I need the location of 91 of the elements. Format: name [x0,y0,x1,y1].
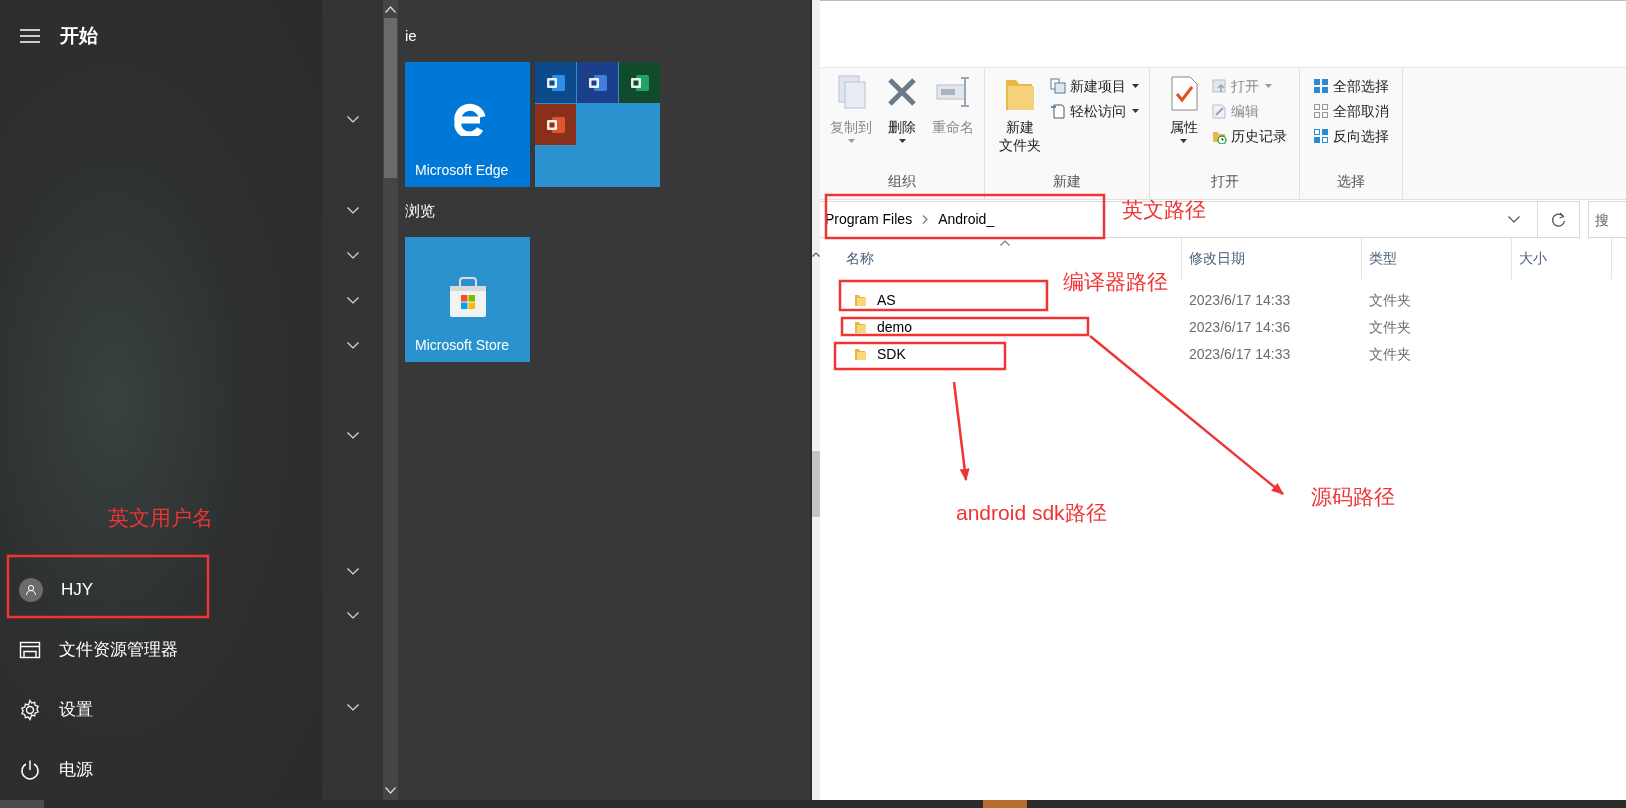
refresh-icon [1551,211,1566,228]
mini-tile[interactable] [577,62,618,103]
new-item-icon [1049,78,1066,94]
tile-group-title: 浏览 [405,201,436,221]
file-row[interactable]: demo 2023/6/17 14:36 文件夹 [820,314,1626,341]
file-type: 文件夹 [1368,291,1412,310]
file-name: SDK [877,345,906,364]
column-header[interactable]: 大小 [1512,238,1612,279]
edit-icon [1210,103,1227,119]
ribbon-button[interactable]: 属性 [1162,74,1205,171]
power-icon [19,759,41,781]
annotation-label: 源码路径 [1311,484,1395,510]
scroll-down-icon[interactable] [385,787,396,794]
ribbon-button[interactable]: 新建项目 [1049,76,1139,96]
page-icon [1049,103,1066,119]
dropdown-icon[interactable] [1508,216,1520,223]
chevron-down-icon[interactable] [346,568,359,575]
annotation-label: android sdk路径 [956,500,1107,526]
file-type: 文件夹 [1368,345,1412,364]
start-title: 开始 [60,23,98,48]
caret-icon [1180,139,1187,143]
start-button[interactable] [0,800,44,808]
spreadsheet-app-icon [629,73,650,92]
ribbon-button[interactable]: 历史记录 [1210,126,1287,146]
folder-icon [853,321,866,334]
modified-date: 2023/6/17 14:33 [1188,291,1292,310]
chevron-down-icon[interactable] [346,207,359,214]
scroll-thumb[interactable] [812,451,820,517]
mail-app-icon [545,73,566,92]
file-type: 文件夹 [1368,318,1412,337]
file-row[interactable]: SDK 2023/6/17 14:33 文件夹 [820,341,1626,368]
group-label: 组织 [888,172,916,191]
caret-icon [898,139,906,143]
scrollbar[interactable] [810,0,820,800]
folder-icon [853,348,866,361]
tile-group-title: ie [405,26,418,46]
modified-date: 2023/6/17 14:36 [1188,318,1292,337]
chevron-down-icon[interactable] [346,252,359,259]
slides-app-icon [545,115,566,134]
mini-tile[interactable] [535,62,576,103]
scrollbar[interactable] [383,0,398,800]
caret-icon [1131,84,1139,88]
search-field[interactable]: 搜 [1588,201,1626,238]
avatar-icon [19,578,43,602]
group-label: 打开 [1210,172,1239,191]
chevron-down-icon[interactable] [346,297,359,304]
document-app-icon [587,73,608,92]
ribbon-button[interactable]: 全部选择 [1313,76,1389,96]
mini-tile[interactable] [535,104,576,145]
mini-tile[interactable] [619,62,660,103]
app-tile[interactable]: Microsoft Edge [405,62,530,187]
chevron-down-icon[interactable] [346,612,359,619]
start-menu-item[interactable]: 设置 [0,680,322,740]
tile-folder[interactable] [535,62,660,187]
caret-icon [1131,109,1139,113]
column-header[interactable]: 类型 [1362,238,1512,279]
caret-icon [847,139,855,143]
ribbon-button[interactable]: 反向选择 [1313,126,1389,146]
start-menu-item[interactable]: 文件资源管理器 [0,620,322,680]
menu-icon[interactable] [20,29,40,43]
user-account[interactable]: HJY [0,560,322,620]
annotation-label: 英文用户名 [108,505,213,531]
file-explorer-icon [19,639,41,661]
user-name: HJY [61,579,94,602]
modified-date: 2023/6/17 14:33 [1188,345,1292,364]
chevron-right-icon [922,215,929,224]
chevron-down-icon[interactable] [346,116,359,123]
scroll-thumb[interactable] [384,18,397,178]
caret-icon [1264,84,1272,88]
breadcrumb[interactable]: Android_ [938,209,995,230]
settings-icon [19,699,41,721]
column-header[interactable]: 修改日期 [1182,238,1362,279]
chevron-down-icon[interactable] [346,704,359,711]
ribbon-button[interactable]: 全部取消 [1313,101,1389,121]
chevron-down-icon[interactable] [346,342,359,349]
grid-icon [1313,103,1329,119]
chevron-down-icon[interactable] [346,432,359,439]
grid-icon [1313,128,1329,144]
file-name: demo [877,318,913,337]
scroll-up-icon[interactable] [812,252,820,257]
group-label: 选择 [1337,172,1365,191]
group-label: 新建 [1053,172,1081,191]
open-icon [1210,78,1227,94]
ribbon-button[interactable]: 轻松访问 [1049,101,1139,121]
ribbon-button[interactable]: 新建 文件夹 [995,74,1044,171]
refresh-button[interactable] [1538,201,1580,238]
start-menu-item[interactable]: 电源 [0,740,322,800]
folder-icon [853,294,866,307]
file-name: AS [877,291,896,310]
ribbon-button[interactable]: 删除 [881,74,923,171]
grid-icon [1313,78,1329,94]
